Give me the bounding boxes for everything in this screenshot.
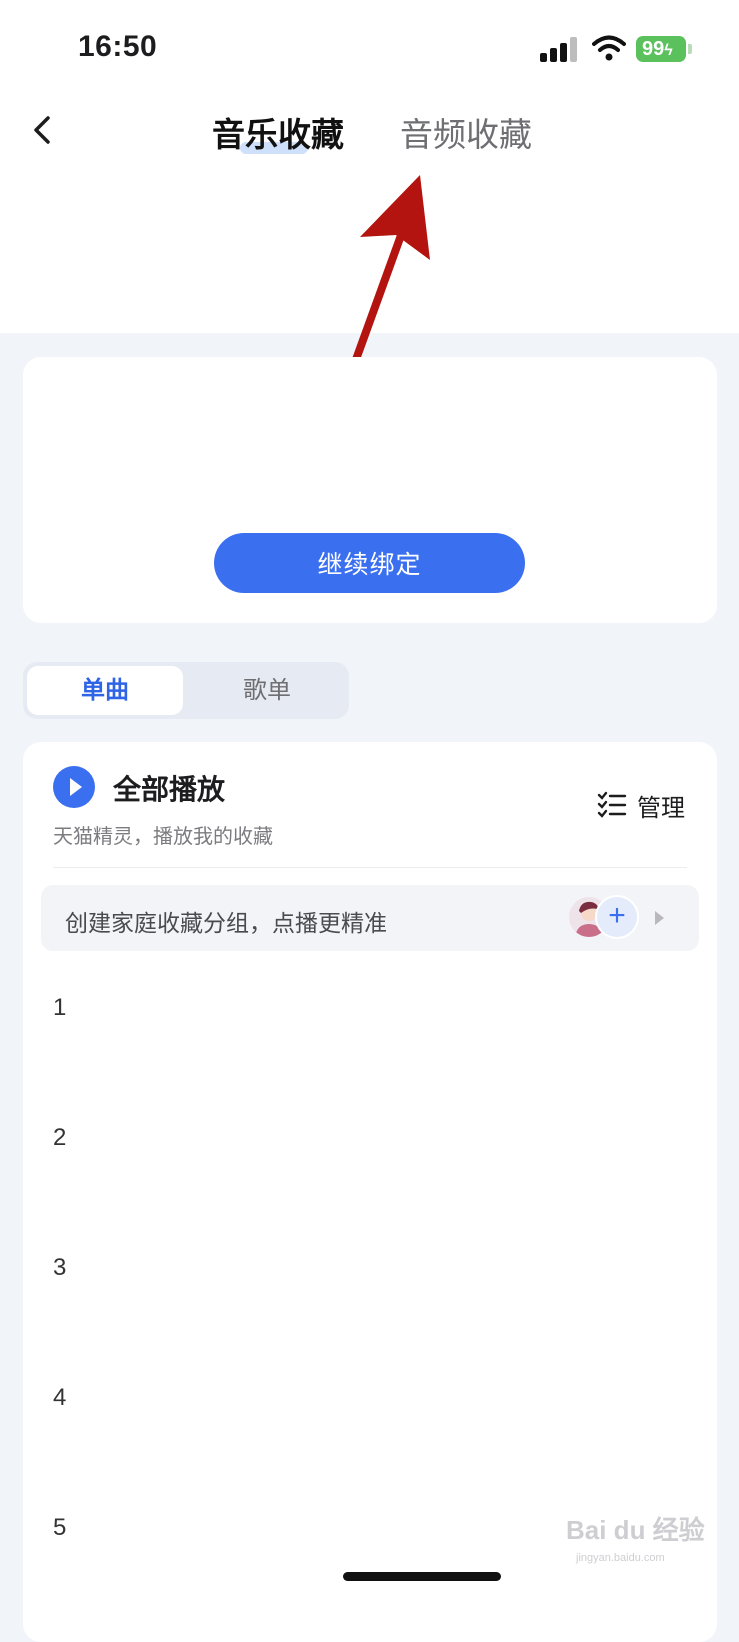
group-banner-text: 创建家庭收藏分组，点播更精准 (65, 910, 387, 936)
device-bind-card: 继续绑定 (23, 357, 717, 623)
play-all-subtitle: 天猫精灵，播放我的收藏 (53, 826, 273, 848)
list-item-index: 3 (53, 1254, 67, 1281)
watermark-brand: Bai du 经验 (566, 1515, 705, 1545)
back-arrow-icon[interactable] (24, 110, 64, 150)
tab-music-favorites[interactable]: 音乐收藏 (212, 108, 344, 156)
play-all-icon[interactable] (53, 766, 95, 808)
top-navigation: 音乐收藏 音频收藏 (0, 100, 739, 170)
family-group-banner[interactable]: 创建家庭收藏分组，点播更精准 + (41, 885, 699, 951)
status-bar: 16:50 99ϟ (0, 0, 739, 90)
battery-icon: 99ϟ (636, 36, 686, 62)
favorites-list-card: 全部播放 天猫精灵，播放我的收藏 管理 创建家庭收藏分组，点播更精准 + 1 2… (23, 742, 717, 1642)
tab-single-songs[interactable]: 单曲 (27, 666, 183, 715)
home-indicator[interactable] (343, 1572, 501, 1581)
chevron-right-icon (655, 911, 664, 925)
add-group-icon[interactable]: + (595, 895, 639, 939)
annotation-arrow-icon (350, 175, 430, 369)
battery-cap (688, 44, 692, 54)
content-type-switch: 单曲 歌单 (23, 662, 349, 719)
tab-audio-favorites[interactable]: 音频收藏 (400, 108, 532, 156)
list-item-index: 4 (53, 1384, 67, 1411)
wifi-icon (592, 35, 626, 61)
battery-level: 99 (642, 38, 665, 60)
play-all-label[interactable]: 全部播放 (113, 768, 225, 808)
cellular-signal-icon (540, 36, 580, 62)
list-item-index: 2 (53, 1124, 67, 1151)
status-time: 16:50 (78, 30, 158, 63)
list-item-index: 1 (53, 994, 67, 1021)
checklist-icon (597, 791, 627, 818)
list-item-index: 5 (53, 1514, 67, 1541)
divider (53, 867, 687, 868)
watermark-url: jingyan.baidu.com (576, 1552, 665, 1564)
watermark: Bai du 经验 jingyan.baidu.com (566, 1510, 706, 1570)
manage-label: 管理 (637, 795, 685, 822)
continue-binding-button[interactable]: 继续绑定 (214, 533, 525, 593)
tab-playlists[interactable]: 歌单 (189, 666, 345, 715)
